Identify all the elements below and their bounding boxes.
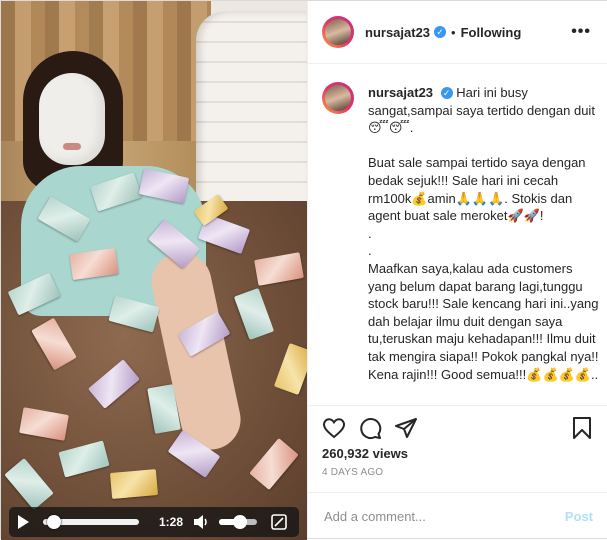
view-count[interactable]: 260,932 views [322, 446, 408, 461]
post-header: nursajat23 ✓ • Following ••• [308, 1, 607, 64]
post-date[interactable]: 4 DAYS AGO [322, 467, 383, 478]
mute-button[interactable] [191, 507, 213, 537]
comment-bar: Post [308, 492, 607, 539]
caption-body: Hari ini busy sangat,sampai saya tertido… [368, 85, 599, 382]
separator-dot: • [451, 24, 456, 40]
seek-handle[interactable] [47, 515, 62, 529]
video-seek-bar[interactable] [43, 515, 139, 529]
more-options-button[interactable]: ••• [571, 23, 591, 41]
header-username[interactable]: nursajat23 [365, 25, 430, 40]
post-actions [308, 405, 607, 450]
woman-face-mask [39, 73, 105, 165]
volume-slider[interactable] [219, 515, 257, 529]
verified-badge-icon: ✓ [440, 87, 453, 99]
share-icon[interactable] [394, 416, 418, 440]
post-details-panel: nursajat23 ✓ • Following ••• nursajat23 … [307, 1, 607, 538]
avatar[interactable] [322, 82, 354, 114]
woman-lips [63, 143, 81, 150]
bed-headboard [196, 11, 307, 221]
volume-icon [194, 515, 207, 529]
banknote [109, 469, 159, 499]
caption-text: nursajat23 ✓ Hari ini busy sangat,sampai… [368, 84, 600, 383]
instagram-post: 1:28 nursajat23 ✓ • Following ••• nursaj… [0, 0, 607, 540]
fullscreen-icon [271, 514, 287, 530]
bookmark-icon[interactable] [570, 416, 594, 440]
avatar[interactable] [322, 16, 354, 48]
post-caption: nursajat23 ✓ Hari ini busy sangat,sampai… [308, 64, 607, 404]
play-icon [18, 515, 29, 529]
verified-badge-icon: ✓ [434, 26, 447, 38]
action-icons [308, 406, 607, 450]
fullscreen-button[interactable] [265, 507, 293, 537]
post-comment-button[interactable]: Post [565, 509, 593, 524]
video-time: 1:28 [158, 515, 184, 529]
heart-icon[interactable] [322, 416, 346, 440]
comment-icon[interactable] [358, 416, 382, 440]
volume-handle[interactable] [233, 515, 248, 529]
comment-input[interactable] [322, 507, 546, 525]
following-button[interactable]: Following [461, 25, 522, 40]
caption-username[interactable]: nursajat23 [368, 85, 433, 100]
play-button[interactable] [9, 507, 37, 537]
video-controls: 1:28 [9, 507, 299, 537]
post-video[interactable]: 1:28 [1, 1, 307, 540]
